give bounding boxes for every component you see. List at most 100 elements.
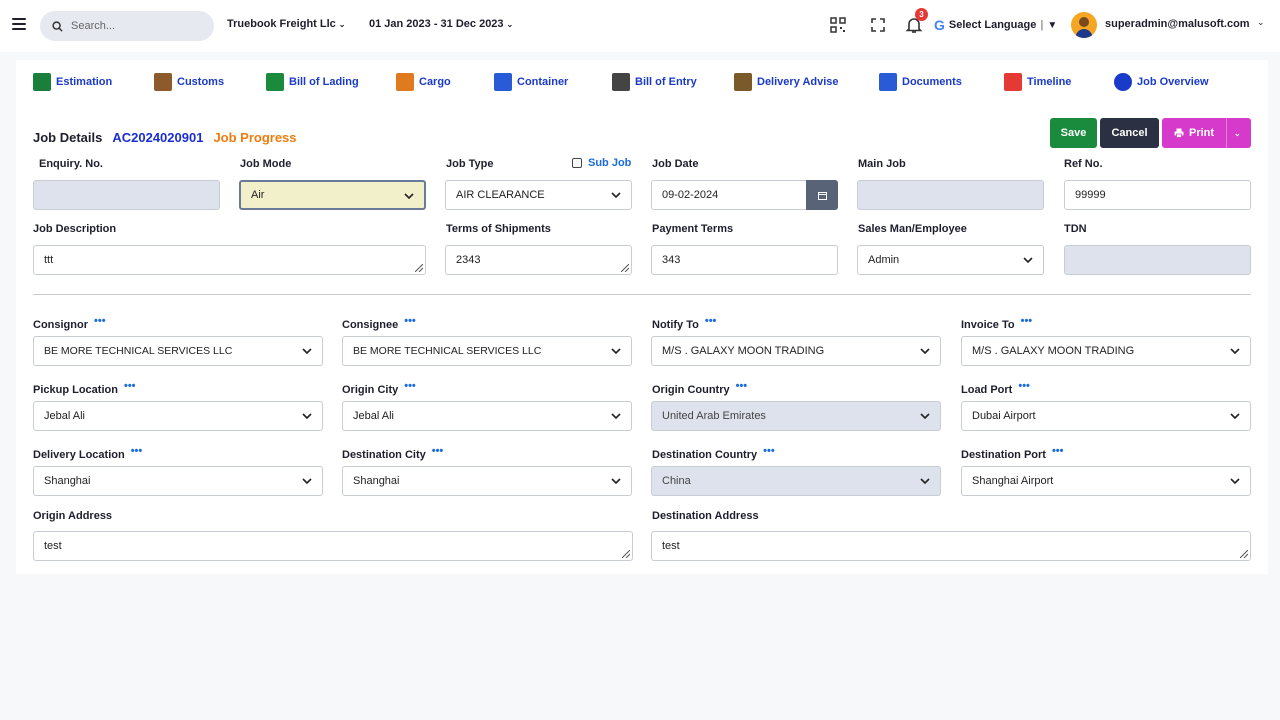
tab-bill-of-entry[interactable]: Bill of Entry: [612, 70, 697, 94]
save-button[interactable]: Save: [1050, 118, 1097, 148]
destination-port-label: Destination Port •••: [961, 445, 1064, 461]
chevron-down-icon: [611, 192, 621, 199]
destination-city-select[interactable]: Shanghai: [342, 466, 632, 496]
terms-of-shipments-textarea[interactable]: 2343: [445, 245, 632, 275]
job-description-textarea[interactable]: ttt: [33, 245, 426, 275]
pickup-location-select[interactable]: Jebal Ali: [33, 401, 323, 431]
more-icon[interactable]: •••: [94, 315, 106, 327]
job-mode-select[interactable]: Air: [239, 180, 426, 210]
invoice-to-select[interactable]: M/S . GALAXY MOON TRADING: [961, 336, 1251, 366]
avatar[interactable]: [1071, 12, 1097, 38]
fullscreen-icon[interactable]: [869, 16, 887, 34]
delivery-advise-icon: [734, 73, 752, 91]
resize-grip-icon[interactable]: [621, 264, 629, 272]
destination-country-label: Destination Country •••: [652, 445, 775, 461]
origin-address-label: Origin Address: [33, 510, 113, 522]
job-type-select[interactable]: AIR CLEARANCE: [445, 180, 632, 210]
load-port-select[interactable]: Dubai Airport: [961, 401, 1251, 431]
job-progress-link[interactable]: Job Progress: [213, 130, 296, 145]
resize-grip-icon[interactable]: [622, 550, 630, 558]
more-icon[interactable]: •••: [763, 445, 775, 457]
chevron-down-icon: ⌄: [338, 20, 346, 29]
chevron-down-icon: [920, 478, 930, 485]
printer-icon: [1174, 128, 1184, 138]
more-icon[interactable]: •••: [1052, 445, 1064, 457]
company-select[interactable]: Truebook Freight Llc ⌄: [227, 18, 346, 30]
user-email[interactable]: superadmin@malusoft.com: [1105, 18, 1250, 30]
resize-grip-icon[interactable]: [1240, 550, 1248, 558]
language-select[interactable]: G Select Language | ▼: [934, 17, 1057, 33]
terms-of-shipments-label: Terms of Shipments: [446, 223, 551, 235]
chevron-down-icon: [611, 348, 621, 355]
origin-address-textarea[interactable]: test: [33, 531, 633, 561]
origin-city-label: Origin City •••: [342, 380, 416, 396]
destination-country-select: China: [651, 466, 941, 496]
job-overview-icon: [1114, 73, 1132, 91]
consignor-select[interactable]: BE MORE TECHNICAL SERVICES LLC: [33, 336, 323, 366]
more-icon[interactable]: •••: [131, 445, 143, 457]
notify-to-select[interactable]: M/S . GALAXY MOON TRADING: [651, 336, 941, 366]
consignee-select[interactable]: BE MORE TECHNICAL SERVICES LLC: [342, 336, 632, 366]
origin-city-select[interactable]: Jebal Ali: [342, 401, 632, 431]
cancel-button[interactable]: Cancel: [1100, 118, 1159, 148]
job-date-label: Job Date: [652, 158, 699, 170]
more-icon[interactable]: •••: [705, 315, 717, 327]
tab-cargo[interactable]: Cargo: [396, 70, 451, 94]
calendar-button[interactable]: [806, 180, 838, 210]
chevron-down-icon: [611, 413, 621, 420]
search-input[interactable]: [71, 20, 191, 32]
sales-man-select[interactable]: Admin: [857, 245, 1044, 275]
cargo-icon: [396, 73, 414, 91]
more-icon[interactable]: •••: [404, 315, 416, 327]
chevron-down-icon: [302, 478, 312, 485]
job-date-input[interactable]: 09-02-2024: [651, 180, 838, 210]
date-range-select[interactable]: 01 Jan 2023 - 31 Dec 2023 ⌄: [369, 18, 513, 30]
google-icon: G: [934, 17, 945, 33]
chevron-down-icon: [1023, 257, 1033, 264]
page-title: Job Details: [33, 130, 103, 145]
search-box[interactable]: [40, 11, 214, 41]
destination-address-textarea[interactable]: test: [651, 531, 1251, 561]
chevron-down-icon: [1230, 413, 1240, 420]
more-icon[interactable]: •••: [736, 380, 748, 392]
chevron-down-icon: [920, 348, 930, 355]
menu-icon[interactable]: [12, 18, 26, 32]
estimation-icon: [33, 73, 51, 91]
chevron-down-icon[interactable]: ⌄: [1234, 129, 1241, 138]
tdn-field: [1064, 245, 1251, 275]
tab-timeline[interactable]: Timeline: [1004, 70, 1071, 94]
tab-customs[interactable]: Customs: [154, 70, 224, 94]
qr-code-icon[interactable]: [829, 16, 847, 34]
ref-no-input[interactable]: 99999: [1064, 180, 1251, 210]
destination-port-select[interactable]: Shanghai Airport: [961, 466, 1251, 496]
more-icon[interactable]: •••: [1021, 315, 1033, 327]
more-icon[interactable]: •••: [404, 380, 416, 392]
more-icon[interactable]: •••: [1018, 380, 1030, 392]
main-job-field: [857, 180, 1044, 210]
tab-job-overview[interactable]: Job Overview: [1114, 70, 1209, 94]
invoice-to-label: Invoice To •••: [961, 315, 1033, 331]
origin-country-select: United Arab Emirates: [651, 401, 941, 431]
sub-job-checkbox[interactable]: Sub Job: [572, 157, 631, 169]
checkbox[interactable]: [572, 158, 582, 168]
print-button[interactable]: Print ⌄: [1162, 118, 1251, 148]
job-tabs: Estimation Customs Bill of Lading Cargo …: [16, 70, 1268, 94]
more-icon[interactable]: •••: [432, 445, 444, 457]
tab-bill-of-lading[interactable]: Bill of Lading: [266, 70, 359, 94]
chevron-down-icon: [302, 413, 312, 420]
job-description-label: Job Description: [33, 223, 117, 235]
tab-estimation[interactable]: Estimation: [33, 70, 112, 94]
more-icon[interactable]: •••: [124, 380, 136, 392]
payment-terms-label: Payment Terms: [652, 223, 734, 235]
customs-icon: [154, 73, 172, 91]
payment-terms-input[interactable]: 343: [651, 245, 838, 275]
delivery-location-select[interactable]: Shanghai: [33, 466, 323, 496]
container-icon: [494, 73, 512, 91]
tab-documents[interactable]: Documents: [879, 70, 962, 94]
chevron-down-icon[interactable]: ⌄: [1257, 17, 1265, 28]
resize-grip-icon[interactable]: [415, 264, 423, 272]
bill-of-lading-icon: [266, 73, 284, 91]
tab-container[interactable]: Container: [494, 70, 568, 94]
consignee-label: Consignee •••: [342, 315, 416, 331]
tab-delivery-advise[interactable]: Delivery Advise: [734, 70, 839, 94]
